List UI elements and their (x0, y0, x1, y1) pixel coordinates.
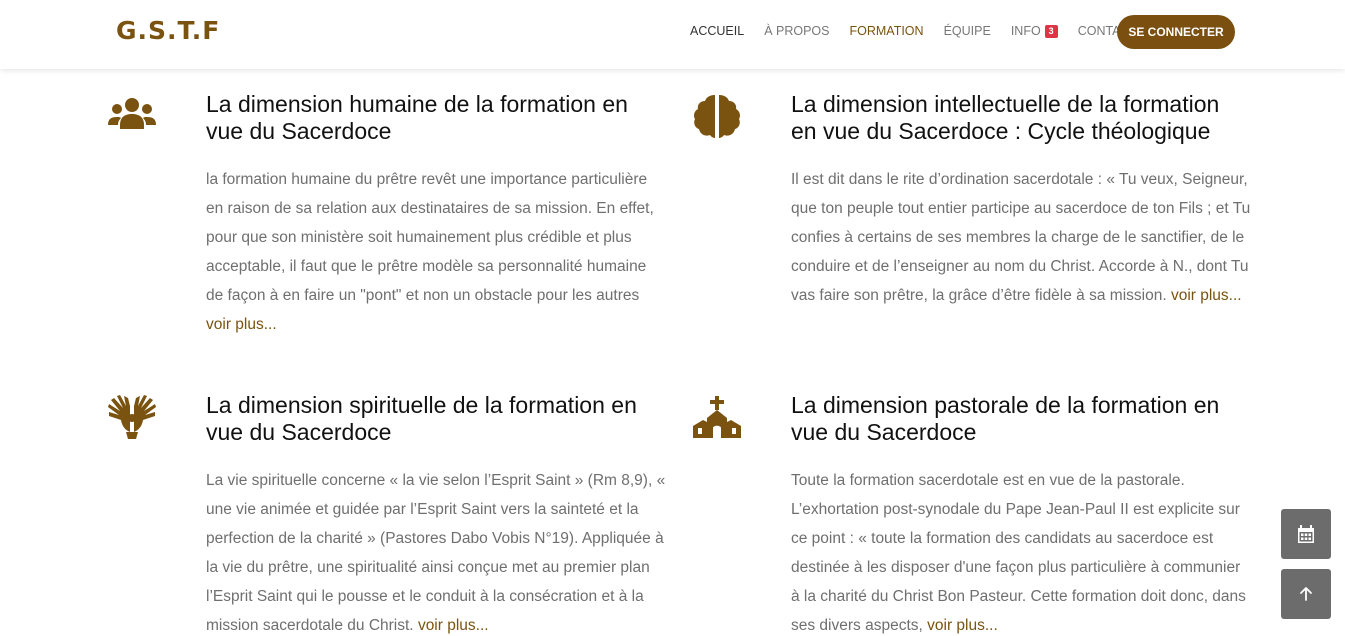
item-body: La vie spirituelle concerne « la vie sel… (206, 472, 666, 634)
login-button[interactable]: SE CONNECTER (1117, 15, 1235, 49)
item-text: Il est dit dans le rite d’ordination sac… (791, 165, 1251, 310)
holy-spirit-icon (108, 395, 156, 439)
nav-accueil[interactable]: ACCUEIL (690, 24, 744, 38)
nav-equipe[interactable]: ÉQUIPE (944, 24, 991, 38)
nav-label: ÉQUIPE (943, 24, 991, 38)
item-body: la formation humaine du prêtre revêt une… (206, 171, 654, 304)
formation-item-pastorale: La dimension pastorale de la formation e… (693, 392, 1251, 636)
calendar-button[interactable] (1281, 509, 1331, 559)
nav-formation[interactable]: FORMATION (849, 24, 923, 38)
users-icon (108, 98, 156, 129)
item-text: la formation humaine du prêtre revêt une… (206, 165, 666, 339)
nav-info[interactable]: INFO 3 (1011, 24, 1058, 38)
item-text: Toute la formation sacerdotale est en vu… (791, 466, 1251, 636)
site-logo[interactable]: G.S.T.F (116, 16, 220, 45)
nav-a-propos[interactable]: À PROPOS (764, 24, 829, 38)
read-more-link[interactable]: voir plus... (206, 316, 277, 333)
item-title: La dimension intellectuelle de la format… (791, 91, 1220, 144)
church-icon (693, 396, 741, 438)
item-text: La vie spirituelle concerne « la vie sel… (206, 466, 666, 636)
nav-label: ACCUEIL (690, 24, 745, 38)
calendar-icon (1298, 525, 1314, 543)
nav-label: À PROPOS (764, 24, 830, 38)
site-header: G.S.T.F ACCUEIL À PROPOS FORMATION ÉQUIP… (0, 0, 1345, 69)
item-title: La dimension humaine de la formation en … (206, 91, 628, 144)
formation-item-intellectuelle: La dimension intellectuelle de la format… (694, 91, 1251, 310)
item-title: La dimension spirituelle de la formation… (206, 392, 637, 445)
read-more-link[interactable]: voir plus... (1171, 287, 1242, 304)
read-more-link[interactable]: voir plus... (927, 617, 998, 634)
brain-icon (694, 95, 740, 138)
item-title: La dimension pastorale de la formation e… (791, 392, 1220, 445)
nav-label: FORMATION (849, 24, 924, 38)
nav-label: INFO (1010, 24, 1041, 38)
info-count-badge: 3 (1044, 24, 1058, 38)
read-more-link[interactable]: voir plus... (418, 617, 489, 634)
formation-item-spirituelle: La dimension spirituelle de la formation… (108, 392, 666, 636)
formation-item-humaine: La dimension humaine de la formation en … (108, 91, 666, 339)
item-body: Il est dit dans le rite d’ordination sac… (791, 171, 1251, 304)
item-body: Toute la formation sacerdotale est en vu… (791, 472, 1246, 634)
back-to-top-button[interactable] (1281, 569, 1331, 619)
arrow-up-icon (1300, 587, 1312, 601)
main-nav: ACCUEIL À PROPOS FORMATION ÉQUIPE INFO 3 … (690, 24, 1157, 38)
